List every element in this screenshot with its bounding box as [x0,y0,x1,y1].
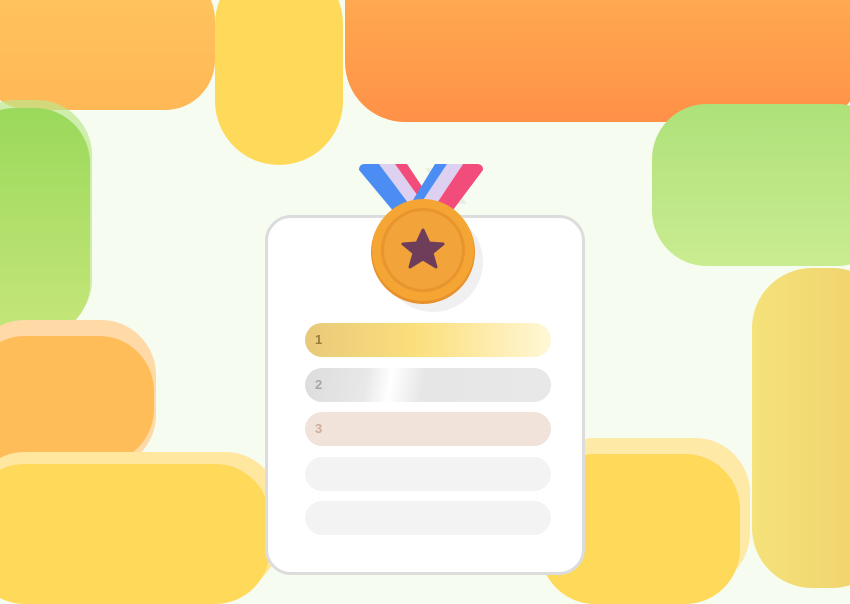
rank-row-3: 3 [305,412,551,446]
medal-icon [359,164,483,304]
bg-blob-yellow-top [215,0,343,165]
rank-row-1: 1 [305,323,551,357]
rank-row-4 [305,457,551,491]
rank-label-1: 1 [315,332,323,347]
rank-label-2: 2 [315,377,323,392]
bg-blob-orange-left [0,336,154,464]
bg-blob-orange-top-left [0,0,215,110]
bg-blob-green-right [652,104,850,266]
bg-blob-yellow-bottom-left [0,464,270,604]
rank-row-2: 2 [305,368,551,402]
rank-label-3: 3 [315,421,323,436]
bg-blob-gold-right [752,268,850,588]
rank-row-5 [305,501,551,535]
bg-blob-green-left [0,108,90,338]
